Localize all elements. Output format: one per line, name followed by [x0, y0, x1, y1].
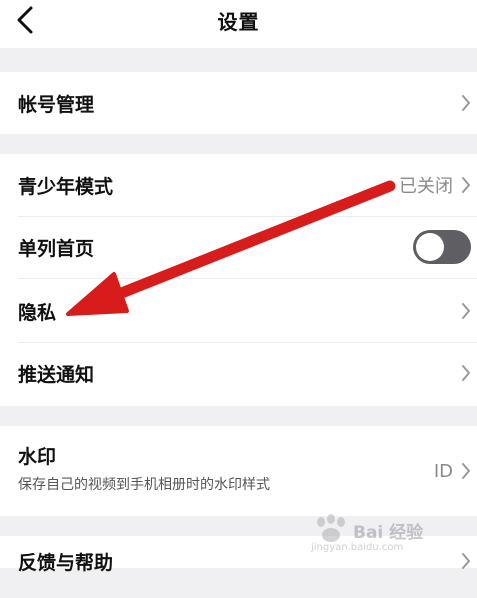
section-gap	[0, 406, 477, 426]
privacy-row[interactable]: 隐私	[0, 280, 477, 342]
watermark-url: jingyan.baidu.com	[311, 542, 404, 553]
teen-mode-status: 已关闭	[399, 176, 453, 197]
watermark-label: 水印	[18, 446, 57, 468]
baidu-jingyan-watermark: Bai 经验 jingyan.baidu.com	[307, 512, 447, 558]
feedback-help-label: 反馈与帮助	[18, 552, 114, 574]
push-notification-label: 推送通知	[18, 363, 95, 386]
page-title: 设置	[217, 10, 260, 34]
preferences-group: 青少年模式 已关闭 单列首页 隐私 推送通知	[0, 154, 477, 406]
account-management-label: 帐号管理	[18, 93, 95, 116]
watermark-group: 水印 保存自己的视频到手机相册时的水印样式 ID	[0, 426, 477, 516]
watermark-row[interactable]: 水印 保存自己的视频到手机相册时的水印样式 ID	[0, 426, 477, 516]
teen-mode-label: 青少年模式	[18, 175, 114, 198]
privacy-label: 隐私	[18, 301, 57, 324]
chevron-right-icon	[459, 174, 473, 196]
push-notification-row[interactable]: 推送通知	[0, 342, 477, 404]
section-gap	[0, 48, 477, 72]
chevron-right-icon	[459, 460, 473, 482]
divider	[18, 278, 477, 279]
chevron-right-icon	[459, 550, 473, 572]
account-group: 帐号管理	[0, 72, 477, 134]
toggle-knob	[416, 233, 444, 261]
chevron-right-icon	[459, 300, 473, 322]
single-column-label: 单列首页	[18, 237, 95, 260]
chevron-right-icon	[459, 362, 473, 384]
single-column-toggle[interactable]	[413, 230, 471, 264]
single-column-row: 单列首页	[0, 216, 477, 278]
teen-mode-row[interactable]: 青少年模式 已关闭	[0, 154, 477, 216]
watermark-value: ID	[433, 460, 453, 482]
section-gap	[0, 134, 477, 154]
chevron-right-icon	[459, 92, 473, 114]
account-management-row[interactable]: 帐号管理	[0, 72, 477, 134]
paw-logo-icon	[317, 514, 345, 542]
top-bar: 设置	[0, 0, 477, 48]
watermark-description: 保存自己的视频到手机相册时的水印样式	[18, 477, 270, 493]
watermark-brand: Bai 经验	[353, 523, 424, 543]
